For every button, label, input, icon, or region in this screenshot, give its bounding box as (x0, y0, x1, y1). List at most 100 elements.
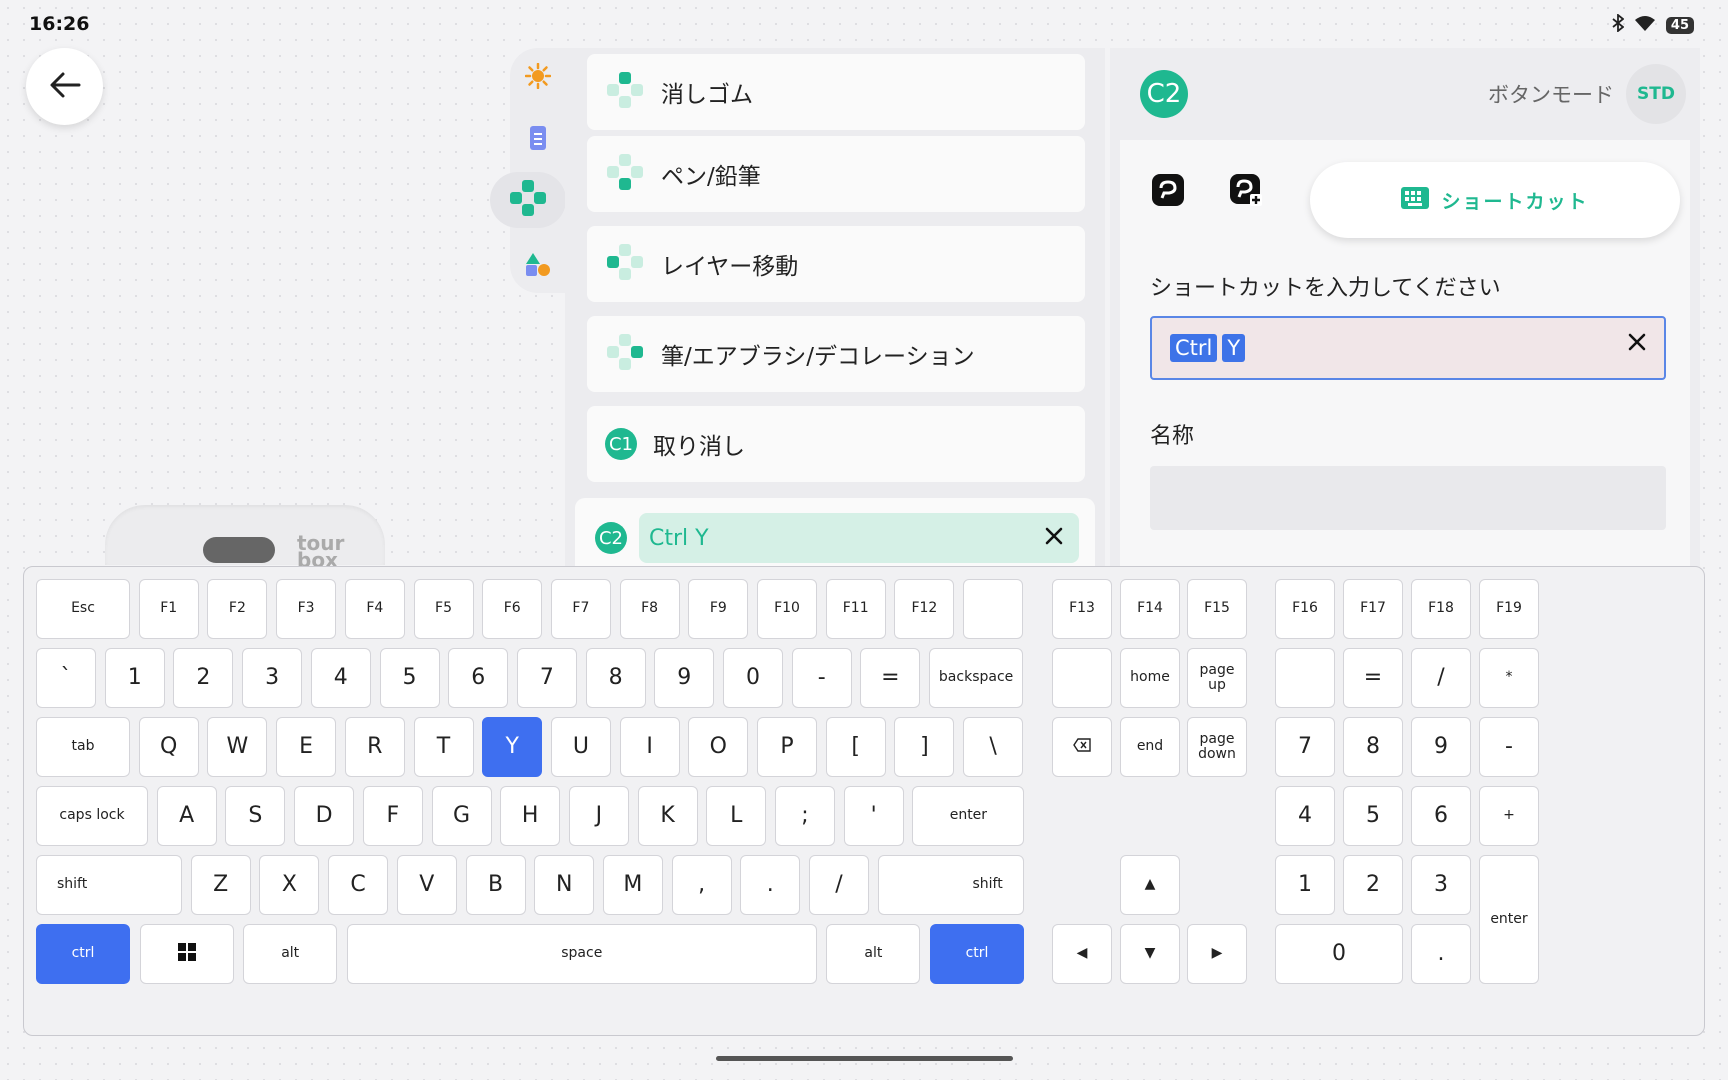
key-8[interactable]: 8 (1343, 717, 1403, 777)
key-alt[interactable]: alt (243, 924, 338, 984)
key-symbol[interactable]: ` (36, 648, 96, 708)
key-g[interactable]: G (431, 786, 492, 846)
key-arrow-up[interactable]: ▲ (1120, 855, 1180, 915)
key-z[interactable]: Z (190, 855, 251, 915)
key-w[interactable]: W (207, 717, 268, 777)
key-y[interactable]: Y (482, 717, 543, 777)
key-t[interactable]: T (413, 717, 474, 777)
key-p[interactable]: P (757, 717, 817, 777)
key-symbol[interactable]: / (1411, 648, 1471, 708)
key-symbol[interactable]: ; (775, 786, 835, 846)
key-symbol[interactable]: ] (894, 717, 955, 777)
key-f4[interactable]: F4 (344, 579, 405, 639)
key-delete[interactable] (1052, 717, 1112, 777)
key-f7[interactable]: F7 (550, 579, 611, 639)
key-f5[interactable]: F5 (413, 579, 474, 639)
key-blank[interactable] (963, 579, 1024, 639)
key-d[interactable]: D (294, 786, 355, 846)
action-card-brush[interactable]: 筆/エアブラシ/デコレーション (587, 316, 1085, 392)
rail-item-document[interactable] (510, 112, 566, 168)
key-symbol[interactable]: ' (843, 786, 904, 846)
key-alt[interactable]: alt (826, 924, 921, 984)
key-2[interactable]: 2 (173, 648, 234, 708)
key-f[interactable]: F (362, 786, 423, 846)
key-shift[interactable]: shift (877, 855, 1024, 915)
key-win[interactable] (139, 924, 234, 984)
tab-tourbox-key[interactable] (1150, 174, 1186, 210)
key-symbol[interactable]: = (1343, 648, 1403, 708)
shortcut-input[interactable]: Ctrl Y (1150, 316, 1666, 380)
key-page-down[interactable]: page down (1187, 717, 1247, 777)
key-3[interactable]: 3 (242, 648, 303, 708)
rail-item-gamepad[interactable] (490, 172, 566, 228)
key-space[interactable]: space (346, 924, 817, 984)
key-f2[interactable]: F2 (207, 579, 268, 639)
key-symbol[interactable]: . (1411, 924, 1471, 984)
key-symbol[interactable]: - (1479, 717, 1539, 777)
key-n[interactable]: N (534, 855, 595, 915)
key-blank[interactable] (1275, 648, 1335, 708)
key-f18[interactable]: F18 (1411, 579, 1471, 639)
key-l[interactable]: L (706, 786, 767, 846)
key-arrow-down[interactable]: ▼ (1120, 924, 1180, 984)
key-ctrl[interactable]: ctrl (36, 924, 130, 984)
key-9[interactable]: 9 (1411, 717, 1471, 777)
key-f19[interactable]: F19 (1479, 579, 1539, 639)
key-caps-lock[interactable]: caps lock (36, 786, 148, 846)
key-6[interactable]: 6 (448, 648, 509, 708)
key-s[interactable]: S (225, 786, 286, 846)
key-4[interactable]: 4 (310, 648, 371, 708)
key-5[interactable]: 5 (379, 648, 440, 708)
key-0[interactable]: 0 (723, 648, 783, 708)
key-7[interactable]: 7 (1275, 717, 1335, 777)
key-symbol[interactable]: / (809, 855, 869, 915)
action-card-undo[interactable]: C1 取り消し (587, 406, 1085, 482)
key-j[interactable]: J (568, 786, 629, 846)
key-page-up[interactable]: page up (1187, 648, 1247, 708)
key-7[interactable]: 7 (516, 648, 577, 708)
key-4[interactable]: 4 (1275, 786, 1335, 846)
key-f3[interactable]: F3 (276, 579, 337, 639)
key-end[interactable]: end (1120, 717, 1180, 777)
key-f15[interactable]: F15 (1187, 579, 1247, 639)
key-u[interactable]: U (550, 717, 611, 777)
tab-tourbox-key-plus[interactable] (1228, 174, 1264, 210)
key-v[interactable]: V (396, 855, 457, 915)
key-c[interactable]: C (328, 855, 389, 915)
key-a[interactable]: A (156, 786, 217, 846)
key-enter[interactable]: enter (912, 786, 1025, 846)
key-2[interactable]: 2 (1343, 855, 1403, 915)
key-0[interactable]: 0 (1275, 924, 1403, 984)
key-blank[interactable] (1052, 648, 1112, 708)
key-numpad-enter[interactable]: enter (1479, 855, 1539, 984)
key-k[interactable]: K (637, 786, 698, 846)
action-card-eraser[interactable]: 消しゴム (587, 54, 1085, 130)
key-f11[interactable]: F11 (825, 579, 886, 639)
close-icon[interactable] (1628, 333, 1646, 355)
tab-shortcut[interactable]: ショートカット (1310, 162, 1680, 238)
key-f10[interactable]: F10 (757, 579, 817, 639)
key-8[interactable]: 8 (585, 648, 646, 708)
key-x[interactable]: X (259, 855, 320, 915)
action-card-pen[interactable]: ペン/鉛筆 (587, 136, 1085, 212)
key-symbol[interactable]: + (1479, 786, 1539, 846)
key-f9[interactable]: F9 (688, 579, 749, 639)
key-symbol[interactable]: - (791, 648, 852, 708)
key-symbol[interactable]: , (671, 855, 732, 915)
key-r[interactable]: R (344, 717, 405, 777)
key-f14[interactable]: F14 (1120, 579, 1180, 639)
key-h[interactable]: H (500, 786, 561, 846)
key-arrow-left[interactable]: ◀ (1052, 924, 1112, 984)
key-f16[interactable]: F16 (1275, 579, 1335, 639)
action-card-layer-move[interactable]: レイヤー移動 (587, 226, 1085, 302)
key-symbol[interactable]: * (1479, 648, 1539, 708)
close-icon[interactable] (1045, 527, 1063, 549)
key-1[interactable]: 1 (104, 648, 165, 708)
rail-item-shapes[interactable] (510, 238, 566, 294)
key-i[interactable]: I (619, 717, 680, 777)
key-3[interactable]: 3 (1411, 855, 1471, 915)
mode-badge[interactable]: STD (1626, 64, 1686, 124)
key-symbol[interactable]: = (860, 648, 921, 708)
key-b[interactable]: B (465, 855, 526, 915)
key-f8[interactable]: F8 (619, 579, 680, 639)
